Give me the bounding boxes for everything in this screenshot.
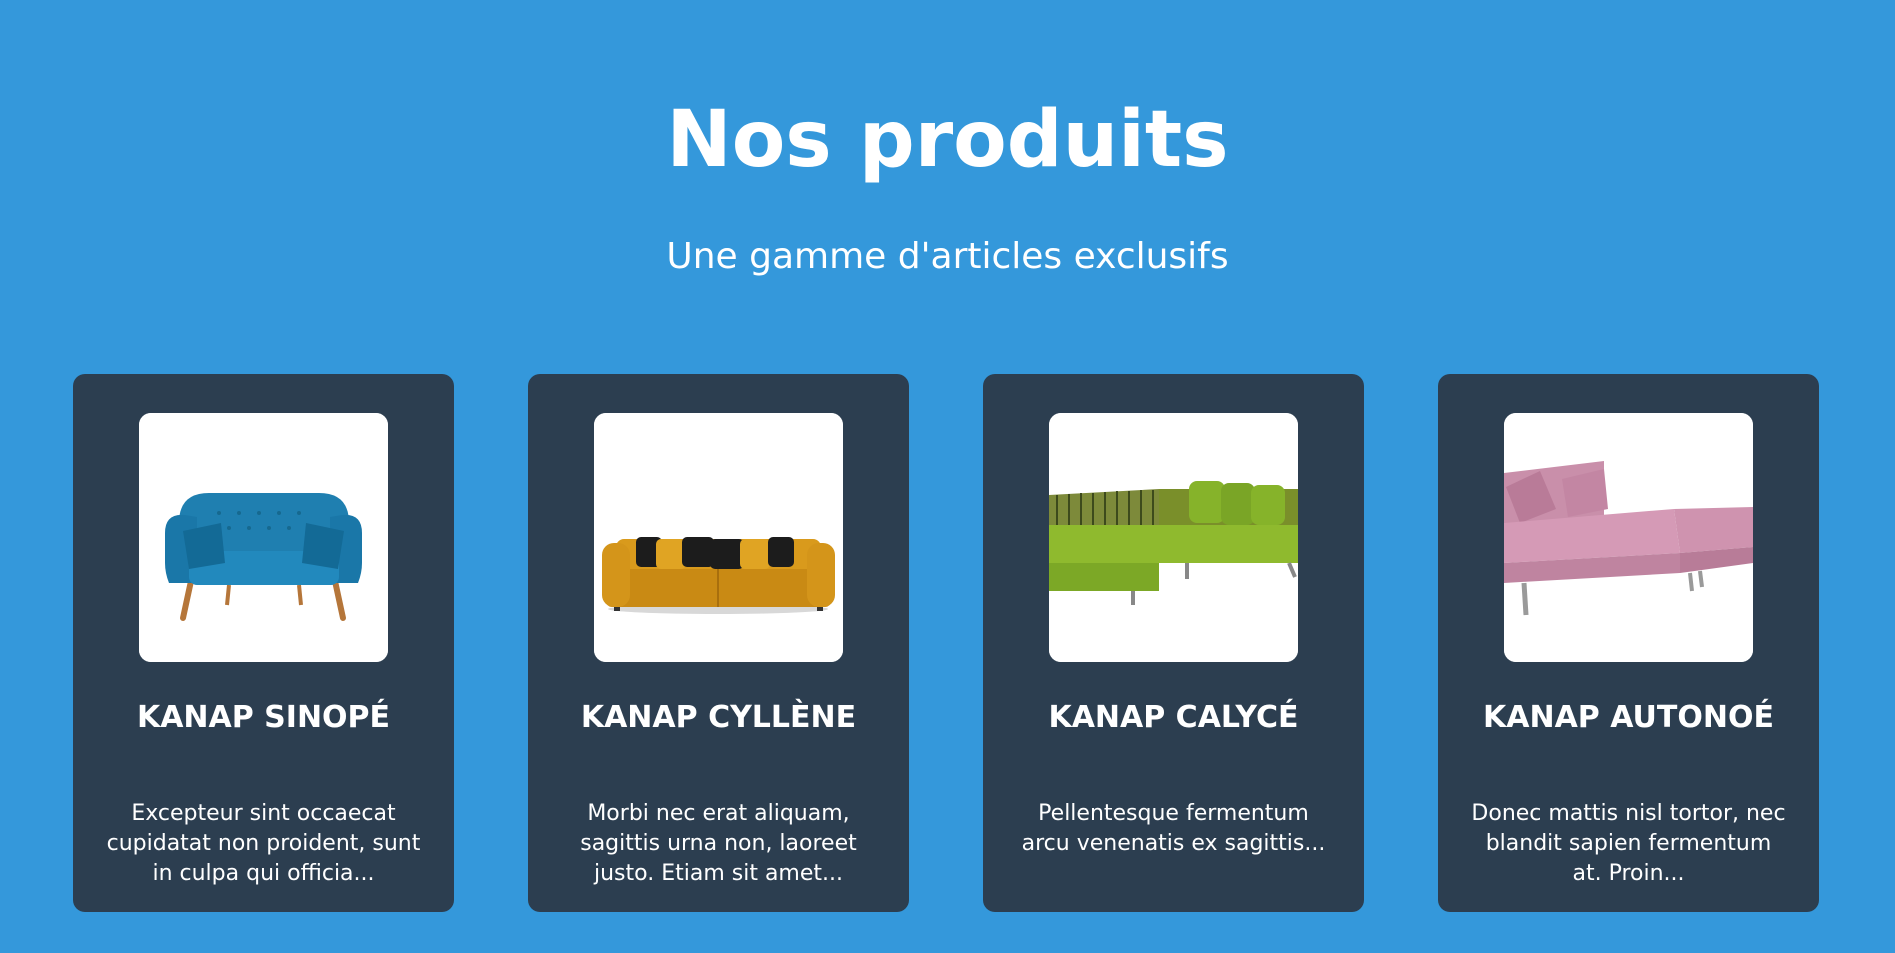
product-image-cyllene — [594, 413, 843, 662]
product-card-cyllene[interactable]: KANAP CYLLÈNE Morbi nec erat aliquam, sa… — [528, 374, 909, 912]
product-list: KANAP SINOPÉ Excepteur sint occaecat cup… — [0, 374, 1895, 914]
product-image-sinope — [139, 413, 388, 662]
product-description: Excepteur sint occaecat cupidatat non pr… — [106, 801, 421, 886]
product-name: KANAP SINOPÉ — [136, 700, 391, 735]
blue-sofa-image — [139, 413, 388, 662]
product-name: KANAP AUTONOÉ — [1483, 700, 1774, 735]
product-description: Donec mattis nisl tortor, nec blandit sa… — [1471, 801, 1786, 886]
section-subtitle: Une gamme d'articles exclusifs — [666, 236, 1229, 277]
product-image-autonoe — [1504, 413, 1753, 662]
product-name: KANAP CALYCÉ — [1048, 700, 1299, 735]
product-card-autonoe[interactable]: KANAP AUTONOÉ Donec mattis nisl tortor, … — [1438, 374, 1819, 912]
yellow-sofa-image — [594, 413, 843, 662]
product-description: Pellentesque fermentum arcu venenatis ex… — [1021, 801, 1326, 856]
product-description: Morbi nec erat aliquam, sagittis urna no… — [580, 801, 857, 886]
section-title: Nos produits — [666, 95, 1229, 185]
product-card-sinope[interactable]: KANAP SINOPÉ Excepteur sint occaecat cup… — [73, 374, 454, 912]
pink-sofa-bed-image — [1504, 413, 1753, 662]
product-image-calyce — [1049, 413, 1298, 662]
products-section: Nos produits Une gamme d'articles exclus… — [0, 0, 1895, 953]
product-name: KANAP CYLLÈNE — [580, 700, 857, 735]
product-card-calyce[interactable]: KANAP CALYCÉ Pellentesque fermentum arcu… — [983, 374, 1364, 912]
green-corner-sofa-image — [1049, 413, 1298, 662]
